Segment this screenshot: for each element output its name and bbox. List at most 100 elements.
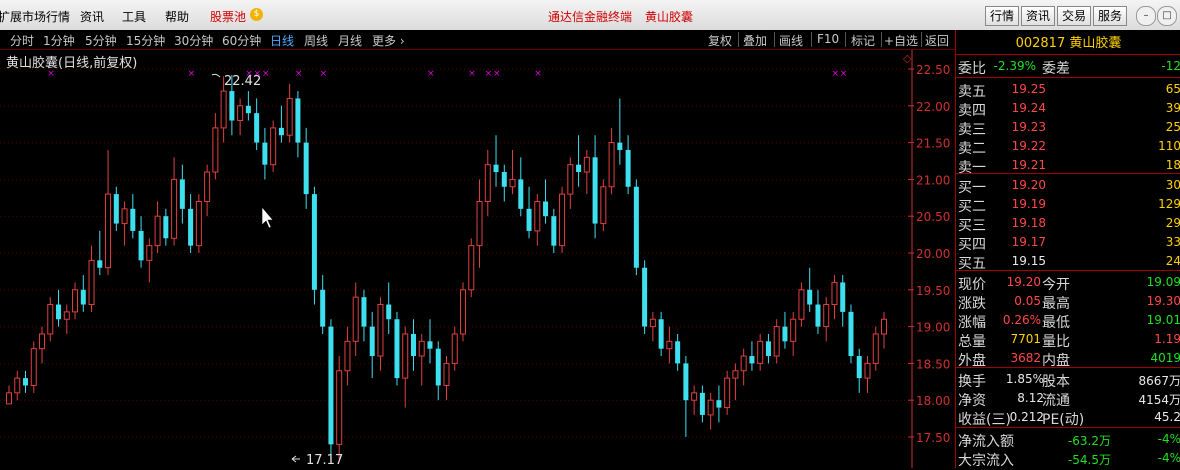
event-marker-icon[interactable]: ×	[320, 69, 328, 79]
menu-stock-pool[interactable]: 股票池	[210, 8, 246, 25]
kline-chart[interactable]: × × × × × × × × × × × × × × 22.50 22.00 21.50 21.00 20.50…	[0, 50, 955, 468]
candle-down	[543, 201, 549, 217]
candle-up	[14, 377, 21, 394]
period-daily[interactable]: 日线	[270, 32, 294, 49]
event-marker-icon[interactable]: ×	[188, 69, 196, 79]
candle-up	[30, 348, 37, 386]
price-tick-label: 22.50	[916, 63, 950, 77]
period-30min[interactable]: 30分钟	[174, 32, 213, 49]
period-weekly[interactable]: 周线	[304, 32, 328, 49]
toolbar-restore-rights[interactable]: 复权	[708, 32, 732, 49]
button-service[interactable]: 服务	[1093, 6, 1128, 26]
stat-row: 现价 19.20 今开 19.09	[956, 273, 1180, 293]
candle-down	[625, 149, 631, 187]
toolbar-f10[interactable]: F10	[817, 32, 839, 46]
candle-down	[138, 230, 144, 261]
event-marker-icon[interactable]: ×	[427, 69, 435, 79]
candle-down	[807, 289, 813, 305]
diamond-icon[interactable]: ◇	[903, 52, 911, 65]
event-marker-icon[interactable]: ×	[840, 69, 848, 79]
event-marker-icon[interactable]: ×	[485, 69, 493, 79]
stock-pool-icon[interactable]: $	[250, 8, 263, 21]
stat-label: 今开	[1042, 277, 1070, 293]
menu-tools[interactable]: 工具	[122, 8, 146, 25]
candle-down	[840, 282, 846, 312]
candle-up	[146, 245, 153, 261]
candle-up	[583, 156, 590, 173]
minimize-icon[interactable]: –	[1136, 6, 1156, 26]
sell-level-row: 卖五 19.25 65	[956, 80, 1180, 100]
candle-up	[773, 326, 780, 357]
candle-up	[881, 318, 887, 335]
toolbar-add-watchlist[interactable]: +自选	[884, 32, 918, 49]
menu-market[interactable]: 扩展市场行情	[0, 8, 70, 25]
event-marker-icon[interactable]: ×	[468, 69, 476, 79]
event-marker-icon[interactable]: ×	[493, 69, 501, 79]
toolbar-separator	[921, 32, 922, 47]
candle-down	[765, 341, 771, 357]
button-news[interactable]: 资讯	[1021, 6, 1056, 26]
stat-value: 0.05	[1014, 294, 1041, 308]
candle-up	[336, 370, 343, 445]
event-marker-icon[interactable]: ×	[534, 69, 542, 79]
candle-down	[163, 216, 169, 239]
candle-down	[113, 194, 119, 224]
restore-icon[interactable]: □	[1157, 6, 1177, 26]
level-volume: 39	[1165, 101, 1180, 115]
menu-info[interactable]: 资讯	[80, 8, 104, 25]
candle-down	[683, 363, 689, 401]
menu-help[interactable]: 帮助	[165, 8, 189, 25]
mouse-cursor-icon	[261, 206, 274, 229]
level-volume: 65	[1165, 82, 1180, 96]
fundamental-row: 换手 1.85% 股本 8667万	[956, 370, 1180, 390]
candle-up	[47, 304, 54, 335]
toolbar-draw[interactable]: 画线	[779, 32, 803, 49]
button-trade[interactable]: 交易	[1057, 6, 1092, 26]
toolbar-overlay[interactable]: 叠加	[743, 32, 767, 49]
period-monthly[interactable]: 月线	[338, 32, 362, 49]
button-quotes[interactable]: 行情	[985, 6, 1020, 26]
candle-down	[295, 98, 301, 143]
candle-down	[658, 319, 664, 349]
event-marker-icon[interactable]: ×	[295, 69, 303, 79]
candle-up	[724, 377, 731, 409]
high-annotation: 22.42	[224, 74, 261, 89]
sell-level-row: 卖三 19.23 25	[956, 118, 1180, 138]
candle-up	[823, 304, 830, 328]
candle-down	[526, 208, 532, 231]
candle-up	[204, 171, 211, 202]
level-volume: 33	[1165, 235, 1180, 249]
period-60min[interactable]: 60分钟	[222, 32, 261, 49]
candle-down	[188, 208, 194, 246]
candle-up	[220, 90, 227, 129]
candle-up	[237, 105, 244, 122]
committee-row: 委比 -2.39% 委差 -12	[956, 57, 1180, 77]
candle-down	[361, 297, 367, 327]
stat-row: 外盘 3682 内盘 4019	[956, 349, 1180, 369]
stat-row: 总量 7701 量比 1.19	[956, 330, 1180, 350]
event-marker-icon[interactable]: ×	[831, 69, 839, 79]
flow-row: 大宗流入 -54.5万 -4%	[956, 449, 1180, 469]
stat-value: 0.26%	[1002, 313, 1041, 327]
candle-down	[848, 311, 854, 357]
event-markers: × × × × × × × × × × × × × ×	[47, 69, 847, 79]
toolbar-back[interactable]: 返回	[925, 32, 949, 49]
committee-diff-label: 委差	[1042, 61, 1070, 77]
candle-down	[782, 326, 788, 342]
event-marker-icon[interactable]: ×	[262, 69, 270, 79]
high-annotation-arrow	[211, 73, 221, 78]
level-price: 19.15	[1011, 254, 1046, 268]
candle-down	[617, 142, 623, 150]
toolbar-mark[interactable]: 标记	[851, 32, 875, 49]
fundamental-row: 收益(三) 0.212 PE(动) 45.2	[956, 408, 1180, 428]
candle-down	[427, 341, 433, 349]
period-more[interactable]: 更多 ›	[372, 32, 405, 49]
period-timeshare[interactable]: 分时	[10, 32, 34, 49]
candle-up	[39, 333, 46, 350]
period-15min[interactable]: 15分钟	[126, 32, 165, 49]
menu-bar: 扩展市场行情 资讯 工具 帮助 股票池 $ 通达信金融终端 黄山胶囊 行情 资讯…	[0, 0, 1180, 31]
candle-up	[352, 296, 359, 342]
period-5min[interactable]: 5分钟	[85, 32, 117, 49]
candle-down	[56, 304, 62, 320]
period-1min[interactable]: 1分钟	[43, 32, 75, 49]
